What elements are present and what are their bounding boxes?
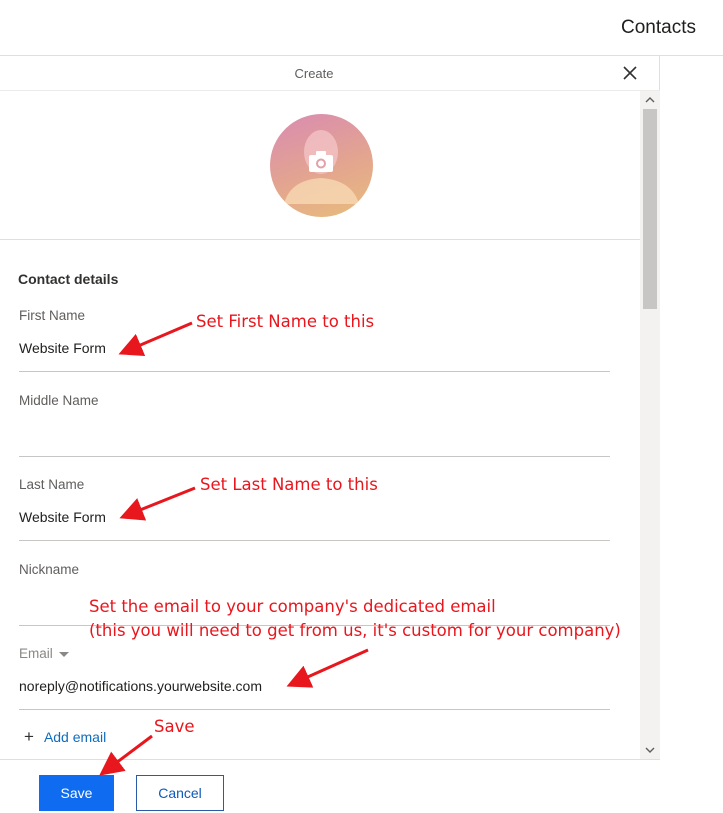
form-scroll-area: Contact details First Name Middle Name L… — [0, 91, 640, 759]
chevron-down-icon[interactable] — [58, 651, 69, 657]
scroll-down-icon[interactable] — [645, 745, 655, 755]
panel-footer: Save Cancel — [0, 759, 660, 813]
first-name-label: First Name — [19, 308, 86, 323]
first-name-input[interactable] — [19, 340, 610, 356]
plus-icon: + — [24, 727, 34, 746]
panel-title: Create — [294, 66, 334, 81]
avatar-section — [0, 91, 640, 240]
annotation-email-line1: Set the email to your company's dedicate… — [89, 597, 496, 616]
nickname-label: Nickname — [19, 562, 80, 577]
create-contact-panel: Create Contact details First Name Websit… — [0, 56, 660, 813]
person-silhouette-icon — [284, 130, 359, 204]
middle-name-input[interactable] — [19, 425, 610, 441]
annotation-last-name: Set Last Name to this — [200, 475, 378, 494]
top-bar: Contacts — [0, 0, 723, 56]
section-title-contact-details: Contact details — [18, 271, 119, 287]
email-field: Email — [19, 646, 610, 710]
email-type-selector[interactable]: Email — [19, 646, 69, 661]
panel-header: Create — [0, 56, 660, 91]
email-input[interactable] — [19, 678, 610, 694]
middle-name-label: Middle Name — [19, 393, 99, 408]
last-name-label: Last Name — [19, 477, 85, 492]
close-icon[interactable] — [620, 63, 640, 83]
annotation-email-line2: (this you will need to get from us, it's… — [89, 621, 621, 640]
add-email-button[interactable]: + Add email — [24, 727, 106, 747]
last-name-input[interactable] — [19, 509, 610, 525]
app-title: Contacts — [621, 17, 696, 38]
annotation-save: Save — [154, 717, 195, 736]
nickname-field: Nickname — [19, 562, 610, 626]
scroll-up-icon[interactable] — [645, 95, 655, 105]
add-email-label: Add email — [43, 729, 107, 745]
scrollbar-thumb[interactable] — [643, 109, 657, 309]
cancel-button[interactable]: Cancel — [136, 775, 224, 811]
middle-name-field: Middle Name — [19, 393, 610, 457]
avatar-upload[interactable] — [270, 114, 373, 217]
email-label: Email — [19, 646, 53, 661]
save-button[interactable]: Save — [39, 775, 114, 811]
annotation-first-name: Set First Name to this — [196, 312, 375, 331]
scrollbar[interactable] — [640, 91, 660, 759]
